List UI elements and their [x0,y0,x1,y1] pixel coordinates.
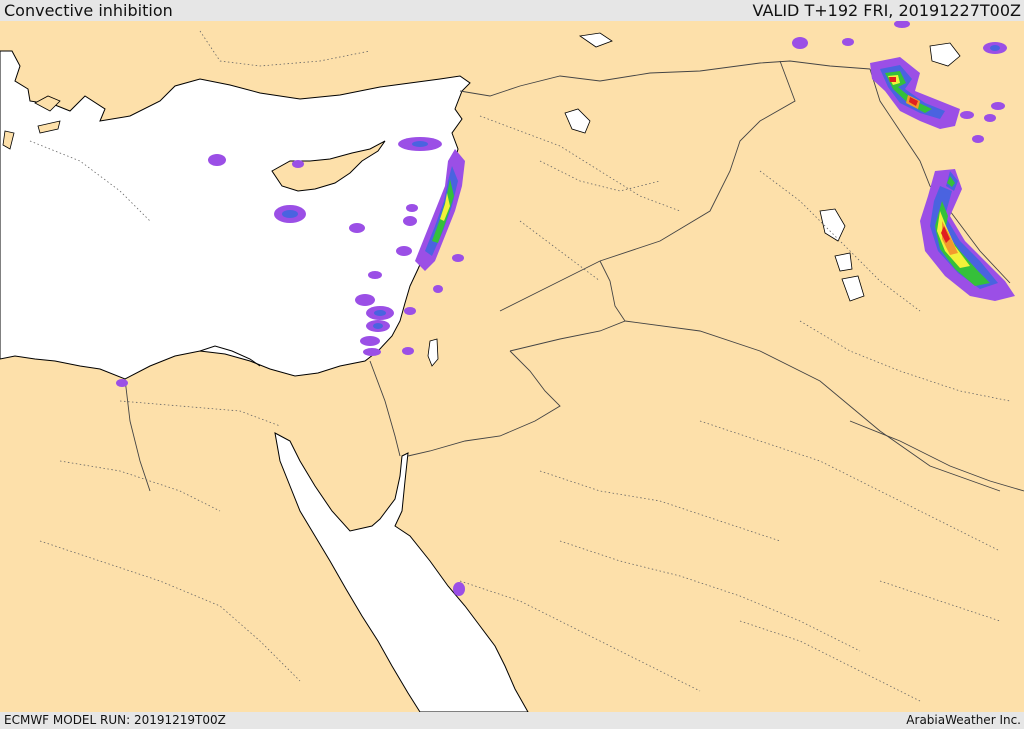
model-run: ECMWF MODEL RUN: 20191219T00Z [4,713,226,727]
valid-time: VALID T+192 FRI, 20191227T00Z [752,1,1021,20]
weather-map [0,21,1024,712]
map-footer: ECMWF MODEL RUN: 20191219T00Z ArabiaWeat… [0,712,1024,729]
map-header: Convective inhibition VALID T+192 FRI, 2… [0,0,1024,21]
credit-text: ArabiaWeather Inc. [906,713,1021,727]
map-title: Convective inhibition [4,1,173,20]
